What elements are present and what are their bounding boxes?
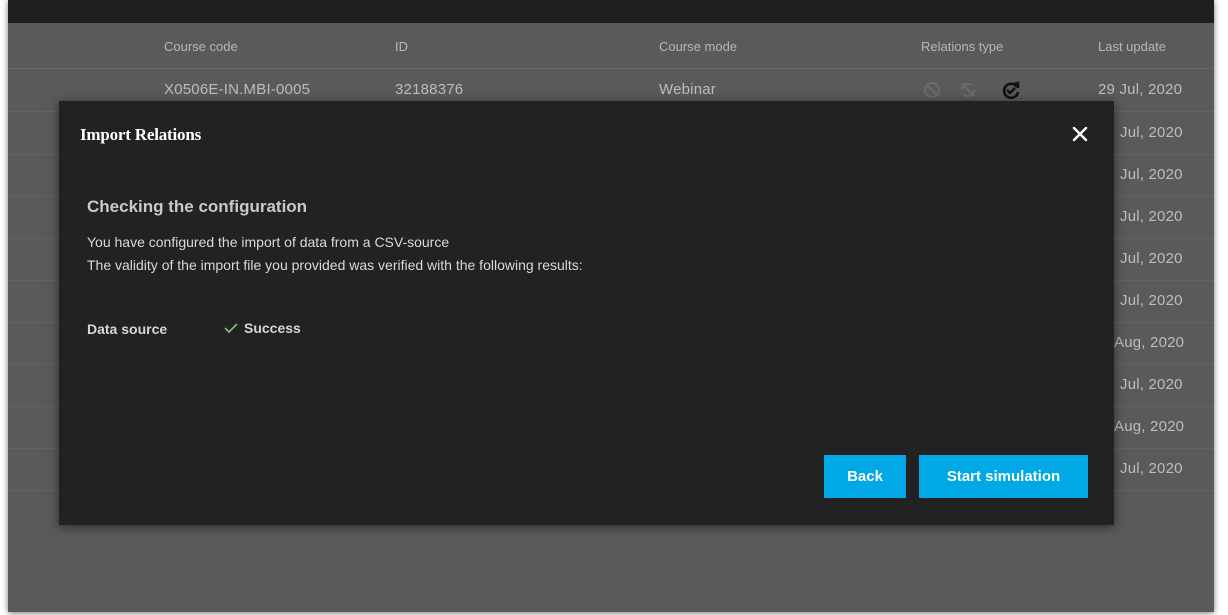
check-icon (224, 323, 238, 334)
last-update-cell: Jul, 2020 (1120, 250, 1183, 267)
last-update-cell: Aug, 2020 (1114, 418, 1185, 435)
last-update-cell: Jul, 2020 (1120, 208, 1183, 225)
header-id[interactable]: ID (395, 39, 408, 54)
relation-sync-icon[interactable] (1000, 79, 1022, 101)
relation-sync-disabled-icon[interactable] (957, 79, 979, 101)
data-source-label: Data source (87, 321, 168, 337)
description-line-2: The validity of the import file you prov… (87, 257, 583, 273)
header-course-mode[interactable]: Course mode (659, 39, 737, 54)
header-relations-type[interactable]: Relations type (921, 39, 1003, 54)
description-line-1: You have configured the import of data f… (87, 234, 450, 250)
course-code-cell: X0506E-IN.MBI-0005 (164, 81, 311, 98)
header-course-code[interactable]: Course code (164, 39, 238, 54)
close-icon[interactable] (1069, 123, 1091, 145)
last-update-cell: Jul, 2020 (1120, 460, 1183, 477)
back-button[interactable]: Back (824, 455, 906, 498)
import-relations-modal: Import Relations Checking the configurat… (59, 101, 1114, 525)
last-update-cell: Jul, 2020 (1120, 166, 1183, 183)
top-bar (8, 0, 1214, 23)
header-last-update[interactable]: Last update (1098, 39, 1166, 54)
table-header: Course code ID Course mode Relations typ… (8, 23, 1214, 69)
data-source-status-text: Success (244, 320, 301, 336)
data-source-status: Success (224, 320, 301, 336)
last-update-cell: Jul, 2020 (1120, 376, 1183, 393)
relations-type-icons (921, 79, 1031, 103)
section-title: Checking the configuration (87, 197, 308, 216)
modal-title: Import Relations (80, 125, 201, 144)
last-update-cell: Aug, 2020 (1114, 334, 1185, 351)
start-simulation-button[interactable]: Start simulation (919, 455, 1088, 498)
last-update-cell: Jul, 2020 (1120, 292, 1183, 309)
id-cell: 32188376 (395, 81, 464, 98)
relation-disabled-icon[interactable] (921, 79, 943, 101)
course-mode-cell: Webinar (659, 81, 716, 98)
last-update-cell: 29 Jul, 2020 (1098, 81, 1183, 98)
last-update-cell: Jul, 2020 (1120, 124, 1183, 141)
